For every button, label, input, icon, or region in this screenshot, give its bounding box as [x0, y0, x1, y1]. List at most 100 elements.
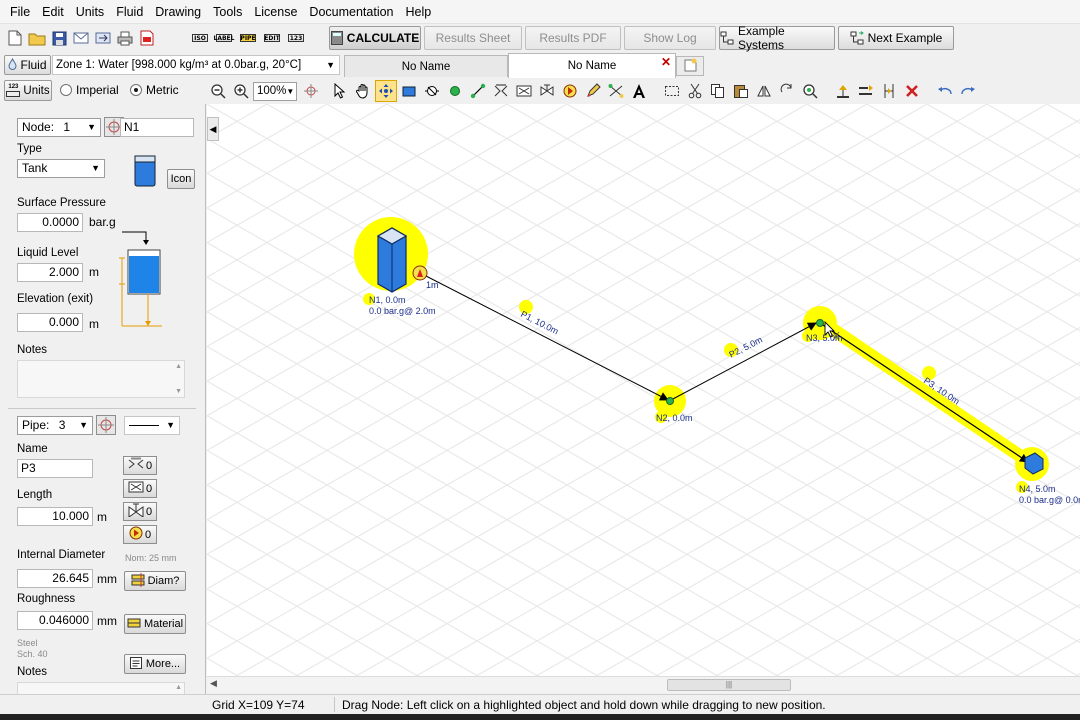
new-file-icon[interactable]	[6, 29, 24, 47]
new-tab-button[interactable]	[676, 56, 704, 76]
results-pdf-button[interactable]: Results PDF	[525, 26, 621, 50]
pumps-counter-button[interactable]: 0	[123, 525, 157, 544]
rotate-icon[interactable]	[776, 80, 798, 102]
collapse-panel-button[interactable]: ◀	[207, 117, 219, 141]
scrollbar-thumb[interactable]: |||	[667, 679, 791, 691]
menu-fluid[interactable]: Fluid	[110, 0, 149, 24]
next-example-button[interactable]: Next Example	[838, 26, 954, 50]
pointer-icon[interactable]	[329, 80, 351, 102]
connect-nodes-icon[interactable]	[605, 80, 627, 102]
pipe-icon[interactable]: PIPE	[238, 28, 258, 48]
pdf-icon[interactable]	[138, 29, 156, 47]
node-type-select[interactable]: Tank ▼	[17, 159, 105, 178]
calculate-button[interactable]: CALCULATE	[329, 26, 421, 50]
internal-diameter-field[interactable]: 26.645	[17, 569, 93, 588]
more-button[interactable]: More...	[124, 654, 186, 674]
distribute-icon[interactable]	[878, 80, 900, 102]
node-number-select[interactable]: Node: 1 ▼	[17, 118, 101, 137]
show-log-button[interactable]: Show Log	[624, 26, 716, 50]
text-tool-icon[interactable]	[628, 80, 650, 102]
horizontal-scrollbar[interactable]: ◀ |||	[207, 676, 1080, 693]
icon-button[interactable]: Icon	[167, 169, 195, 189]
scroll-up-icon[interactable]: ▲	[175, 363, 182, 370]
delete-icon[interactable]	[901, 80, 923, 102]
pan-hand-icon[interactable]	[352, 80, 374, 102]
imperial-radio[interactable]: Imperial	[60, 83, 119, 97]
pipe-name-field[interactable]: P3	[17, 459, 93, 478]
tab-no-name-1[interactable]: No Name	[344, 55, 508, 77]
fittings-counter-button[interactable]: 0	[123, 456, 157, 475]
email-icon[interactable]	[72, 29, 90, 47]
component-tool-icon[interactable]	[421, 80, 443, 102]
copy-icon[interactable]	[707, 80, 729, 102]
pipe-line-style-select[interactable]: ▼	[124, 416, 180, 435]
select-area-icon[interactable]	[661, 80, 683, 102]
pipe-tool-icon[interactable]	[467, 80, 489, 102]
fluid-zone-select[interactable]: Zone 1: Water [998.000 kg/m³ at 0.0bar.g…	[52, 55, 340, 75]
scroll-up-icon[interactable]: ▲	[175, 684, 182, 691]
menu-help[interactable]: Help	[400, 0, 438, 24]
valve-tool-icon[interactable]	[536, 80, 558, 102]
valves-counter-button[interactable]: 0	[123, 502, 157, 521]
fluid-button[interactable]: Fluid	[4, 55, 51, 75]
tank-outlet-component-icon[interactable]	[412, 265, 428, 281]
open-folder-icon[interactable]	[28, 29, 46, 47]
tank-tool-icon[interactable]	[398, 80, 420, 102]
join-node-n3[interactable]	[816, 319, 824, 327]
scroll-left-icon[interactable]: ◀	[210, 678, 217, 689]
elevation-field[interactable]: 0.000	[17, 313, 83, 332]
surface-pressure-field[interactable]: 0.0000	[17, 213, 83, 232]
results-sheet-button[interactable]: Results Sheet	[424, 26, 522, 50]
menu-drawing[interactable]: Drawing	[149, 0, 207, 24]
roughness-field[interactable]: 0.046000	[17, 611, 93, 630]
menu-units[interactable]: Units	[70, 0, 110, 24]
liquid-level-field[interactable]: 2.000	[17, 263, 83, 282]
join-node-n2[interactable]	[666, 397, 674, 405]
number-123-icon[interactable]: 123	[286, 28, 306, 48]
undo-icon[interactable]	[934, 80, 956, 102]
pipe-notes-textarea[interactable]: ▲	[17, 682, 185, 694]
print-icon[interactable]	[116, 29, 134, 47]
tank-node-n1[interactable]	[376, 227, 408, 293]
find-icon[interactable]	[799, 80, 821, 102]
locate-pipe-icon[interactable]	[96, 415, 116, 438]
edit-icon[interactable]: EDIT	[262, 28, 282, 48]
scroll-down-icon[interactable]: ▼	[175, 388, 182, 395]
material-button[interactable]: Material	[124, 614, 186, 634]
node-name-field[interactable]: N1	[120, 118, 194, 137]
units-button[interactable]: 123 Units	[4, 80, 52, 101]
example-systems-button[interactable]: Example Systems	[719, 24, 835, 52]
zoom-fit-icon[interactable]	[300, 80, 322, 102]
tab-no-name-2[interactable]: No Name ✕	[508, 53, 676, 78]
align-up-icon[interactable]	[832, 80, 854, 102]
zoom-out-icon[interactable]	[207, 80, 229, 102]
paste-icon[interactable]	[730, 80, 752, 102]
menu-license[interactable]: License	[248, 0, 303, 24]
zoom-select[interactable]: 100% ▼	[253, 81, 297, 101]
pump-tool-icon[interactable]	[559, 80, 581, 102]
menu-documentation[interactable]: Documentation	[303, 0, 399, 24]
send-icon[interactable]	[94, 29, 112, 47]
zoom-in-icon[interactable]	[230, 80, 252, 102]
drawing-canvas[interactable]: 1m N1, 0.0m 0.0 bar.g@ 2.0m N2, 0.0m N3,…	[207, 104, 1080, 676]
menu-tools[interactable]: Tools	[207, 0, 248, 24]
length-field[interactable]: 10.000	[17, 507, 93, 526]
pipe-number-select[interactable]: Pipe: 3 ▼	[17, 416, 93, 435]
cut-icon[interactable]	[684, 80, 706, 102]
pencil-icon[interactable]	[582, 80, 604, 102]
node-notes-textarea[interactable]: ▲ ▼	[17, 360, 185, 398]
flip-icon[interactable]	[753, 80, 775, 102]
fitting-tool-icon[interactable]	[490, 80, 512, 102]
diameter-button[interactable]: Diam?	[124, 571, 186, 591]
join-node-icon[interactable]	[444, 80, 466, 102]
label-icon[interactable]: LABEL	[214, 28, 234, 48]
align-horizontal-icon[interactable]	[855, 80, 877, 102]
menu-edit[interactable]: Edit	[36, 0, 70, 24]
control-valve-icon[interactable]	[513, 80, 535, 102]
redo-icon[interactable]	[957, 80, 979, 102]
components-counter-button[interactable]: 0	[123, 479, 157, 498]
close-icon[interactable]: ✕	[661, 55, 671, 69]
pipe-network-diagram[interactable]: 1m N1, 0.0m 0.0 bar.g@ 2.0m N2, 0.0m N3,…	[207, 104, 1080, 676]
metric-radio[interactable]: Metric	[130, 83, 179, 97]
iso-icon[interactable]: ISO	[190, 28, 210, 48]
